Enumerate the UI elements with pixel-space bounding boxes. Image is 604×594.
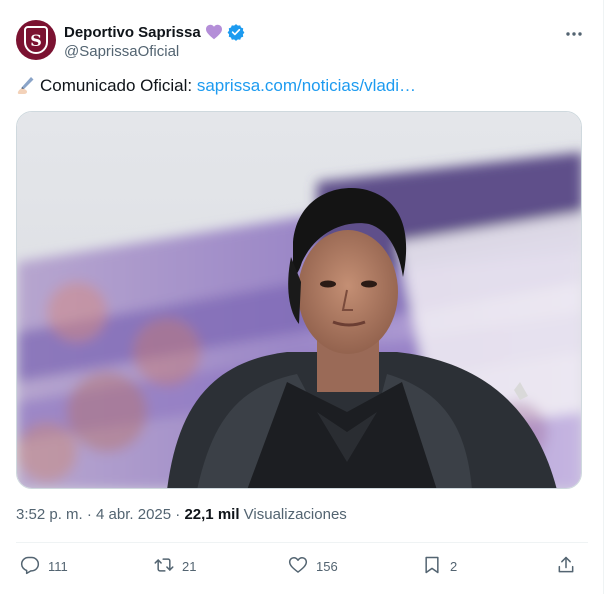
- author-handle[interactable]: @SaprissaOficial: [64, 43, 245, 60]
- avatar-letter: S: [30, 30, 42, 50]
- saprissa-logo-icon: S: [24, 26, 48, 54]
- author-names: Deportivo Saprissa @SaprissaOficial: [64, 22, 245, 60]
- verified-badge-icon[interactable]: [227, 23, 245, 41]
- share-button[interactable]: [556, 552, 576, 580]
- reply-icon: [20, 555, 40, 578]
- heart-icon: [288, 555, 308, 578]
- bookmark-count: 2: [450, 558, 458, 574]
- share-icon: [556, 555, 576, 578]
- views-label: Visualizaciones: [243, 506, 347, 523]
- views-count: 22,1 mil: [184, 506, 240, 523]
- tweet-card: S Deportivo Saprissa @SaprissaOficial Co…: [0, 0, 604, 594]
- purple-heart-icon: [205, 24, 223, 40]
- retweet-icon: [154, 555, 174, 578]
- tweet-text-prefix: Comunicado Oficial:: [40, 76, 197, 95]
- display-name-row: Deportivo Saprissa: [64, 22, 245, 42]
- like-count: 156: [316, 558, 338, 574]
- tweet-text: Comunicado Oficial: saprissa.com/noticia…: [16, 74, 416, 98]
- tweet-meta: 3:52 p. m. · 4 abr. 2025 · 22,1 mil Visu…: [16, 506, 347, 523]
- like-button[interactable]: 156: [288, 552, 338, 580]
- tweet-header: S Deportivo Saprissa @SaprissaOficial: [16, 20, 588, 62]
- retweet-count: 21: [182, 558, 197, 574]
- divider: [16, 542, 588, 543]
- meta-separator: ·: [171, 506, 185, 523]
- bookmark-icon: [422, 555, 442, 578]
- tweet-timestamp[interactable]: 3:52 p. m. · 4 abr. 2025: [16, 506, 171, 523]
- retweet-button[interactable]: 21: [154, 552, 196, 580]
- avatar[interactable]: S: [16, 20, 56, 60]
- reply-button[interactable]: 111: [20, 552, 68, 580]
- display-name[interactable]: Deportivo Saprissa: [64, 24, 201, 41]
- tweet-actions: 111 21 156 2: [16, 552, 588, 580]
- tweet-link[interactable]: saprissa.com/noticias/vladi…: [197, 76, 416, 95]
- bookmark-button[interactable]: 2: [422, 552, 457, 580]
- writing-hand-icon: [16, 75, 36, 95]
- more-options-icon[interactable]: [564, 24, 584, 44]
- tweet-image[interactable]: [16, 111, 582, 489]
- coach-photo-icon: [17, 112, 581, 488]
- reply-count: 111: [48, 558, 68, 574]
